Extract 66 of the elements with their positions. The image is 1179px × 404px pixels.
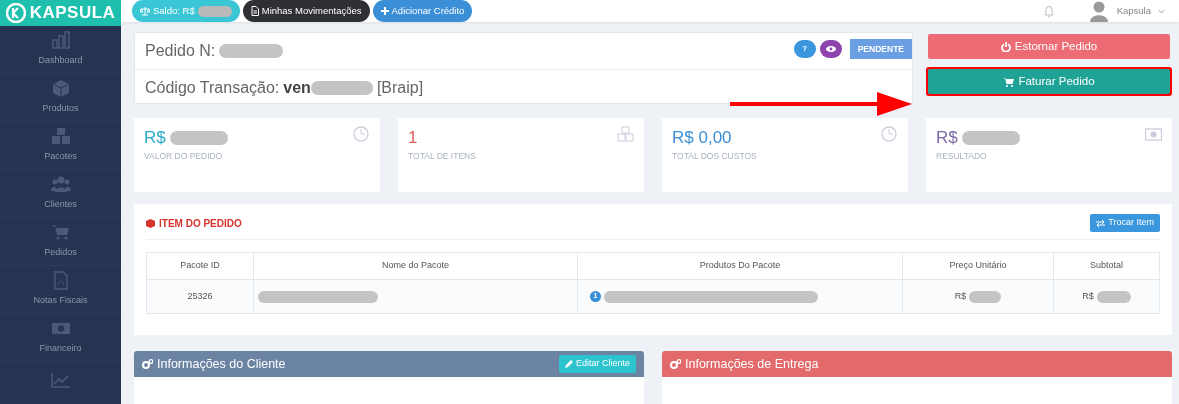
money-icon <box>1145 126 1162 143</box>
table-cell: 25326 <box>147 279 254 313</box>
cube-icon <box>50 78 71 98</box>
sidebar-item[interactable]: Notas Fiscais <box>0 265 121 314</box>
order-number-label: Pedido N: <box>145 41 216 61</box>
brand-name: KAPSULA <box>29 2 116 24</box>
status-ribbon: PENDENTE <box>849 39 912 59</box>
stat-label: TOTAL DOS CUSTOS <box>672 150 758 163</box>
reverse-order-button[interactable]: Estornar Pedido <box>928 34 1170 59</box>
panel-title: Informações do Cliente <box>157 355 286 373</box>
currency-label: R$ <box>1082 289 1094 303</box>
redacted-text <box>197 5 232 17</box>
document-icon <box>250 6 259 16</box>
boxes-icon <box>50 126 71 146</box>
eye-icon <box>825 46 836 52</box>
pencil-icon <box>564 360 573 368</box>
stat-value: R$ 0,00 <box>672 128 732 148</box>
stat-value: R$ <box>144 128 166 148</box>
cart-icon <box>1003 76 1015 87</box>
line-chart-icon <box>50 371 71 388</box>
bell-icon <box>1042 4 1055 18</box>
transactions-button[interactable]: Minhas Movimentações <box>242 0 370 22</box>
power-icon <box>1000 41 1011 52</box>
view-button[interactable] <box>819 40 842 58</box>
boxes-icon <box>617 126 634 143</box>
gears-icon <box>142 359 153 369</box>
clock-icon <box>353 126 370 143</box>
stat-label: RESULTADO <box>936 150 988 163</box>
transaction-code-label: Código Transação: <box>145 77 280 98</box>
redacted-text <box>219 44 284 58</box>
swap-icon <box>1096 219 1106 227</box>
logo-icon <box>5 2 26 23</box>
column-header: Subtotal <box>1089 259 1124 273</box>
sidebar-item[interactable]: Pacotes <box>0 121 121 170</box>
gears-icon <box>670 359 681 369</box>
add-credit-button[interactable]: Adicionar Crédito <box>372 0 473 22</box>
bar-chart-icon <box>50 30 71 50</box>
sidebar-item[interactable]: Dashboard <box>0 25 121 74</box>
cart-icon <box>50 222 71 242</box>
panel-title: ITEM DO PEDIDO <box>159 216 242 231</box>
sidebar-item[interactable]: Produtos <box>0 73 121 122</box>
currency-label: R$ <box>954 289 967 303</box>
stat-label: TOTAL DE ITENS <box>408 150 477 163</box>
avatar-icon <box>1088 0 1109 22</box>
redacted-text <box>969 290 1002 303</box>
stat-label: VALOR DO PEDIDO <box>144 150 224 163</box>
stat-value: R$ <box>936 128 958 148</box>
swap-item-button[interactable]: Trocar Item <box>1090 214 1160 232</box>
redacted-text <box>1096 290 1131 303</box>
transaction-source: [Braip] <box>376 77 424 98</box>
panel-title: Informações de Entrega <box>685 355 819 373</box>
sidebar-item[interactable]: Financeiro <box>0 313 121 362</box>
plus-icon <box>380 7 389 15</box>
scale-icon <box>140 6 150 16</box>
clock-icon <box>881 126 898 143</box>
caret-icon <box>1158 8 1165 14</box>
transaction-code: ven <box>283 77 311 98</box>
cube-icon <box>146 218 155 228</box>
users-icon <box>50 174 71 194</box>
stat-value: 1 <box>408 128 418 148</box>
invoice-order-button[interactable]: Faturar Pedido <box>928 69 1170 94</box>
user-name[interactable]: Kapsula <box>1116 3 1151 19</box>
help-button[interactable]: ? <box>793 40 816 58</box>
redacted-text <box>310 80 373 95</box>
sidebar-item[interactable]: Clientes <box>0 169 121 218</box>
sidebar-item[interactable]: Pedidos <box>0 217 121 266</box>
